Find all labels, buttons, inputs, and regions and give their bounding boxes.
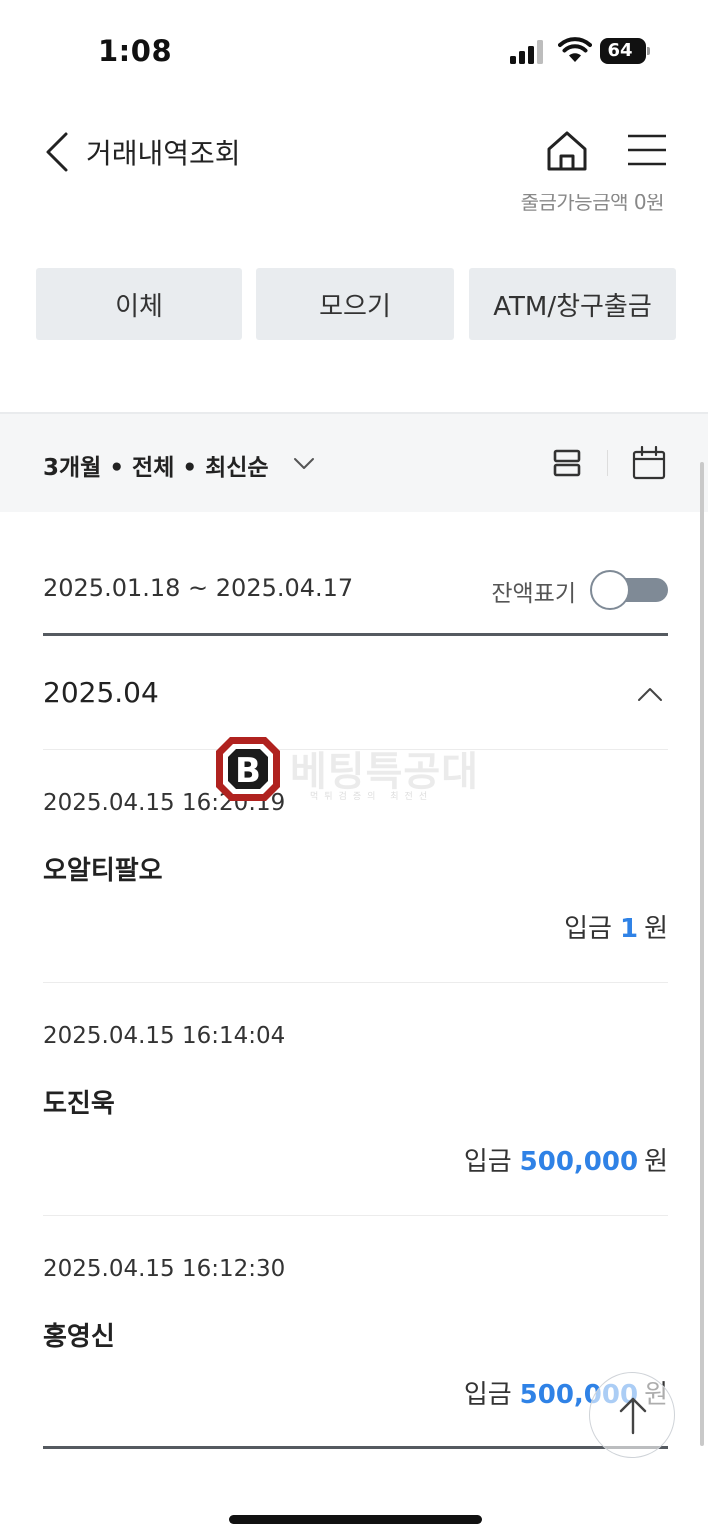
filter-bar: 3개월 • 전체 • 최신순 (0, 412, 708, 512)
battery-icon: 64 (600, 38, 650, 64)
home-indicator[interactable] (229, 1515, 482, 1524)
transaction-datetime: 2025.04.15 16:14:04 (43, 1023, 286, 1049)
transaction-item[interactable]: 2025.04.15 16:14:04 도진욱 입금 500,000 원 (43, 983, 668, 1216)
transaction-item[interactable]: 2025.04.15 16:12:30 홍영신 입금500,000원 (43, 1216, 668, 1449)
transaction-unit: 원 (644, 1147, 668, 1177)
filter-summary[interactable]: 3개월 • 전체 • 최신순 (43, 448, 269, 482)
transaction-amount-line: 입금 1 원 (564, 908, 668, 945)
filter-divider (607, 450, 608, 476)
home-icon[interactable] (544, 128, 590, 174)
cellular-signal-icon (510, 40, 543, 64)
transaction-amount: 1 (619, 914, 639, 944)
transaction-type: 입금 (564, 914, 612, 944)
month-header: 2025.04 (43, 640, 668, 750)
page-title: 거래내역조회 (86, 137, 241, 170)
watermark: B 베팅특공대 먹튀검증의 최전선 (214, 735, 504, 805)
list-view-icon[interactable] (552, 448, 582, 478)
hamburger-menu-icon[interactable] (626, 130, 668, 172)
collect-button[interactable]: 모으기 (256, 268, 454, 340)
watermark-subtext: 먹튀검증의 최전선 (310, 792, 434, 802)
month-label: 2025.04 (43, 676, 159, 709)
chevron-up-icon[interactable] (636, 684, 664, 704)
app-header: 거래내역조회 (0, 110, 708, 194)
transaction-name: 오알티팔오 (43, 856, 163, 886)
watermark-logo-icon: B (216, 737, 280, 801)
wifi-icon (558, 37, 592, 62)
scroll-to-top-button[interactable] (589, 1372, 675, 1458)
transaction-name: 도진욱 (43, 1089, 115, 1119)
balance-toggle[interactable] (590, 570, 668, 610)
transaction-unit: 원 (644, 914, 668, 944)
arrow-up-icon (619, 1397, 647, 1435)
transaction-amount: 500,000 (519, 1147, 639, 1177)
atm-withdrawal-button[interactable]: ATM/창구출금 (469, 268, 676, 340)
svg-text:B: B (235, 751, 261, 791)
action-button-row: 이체 모으기 ATM/창구출금 (36, 268, 676, 340)
scrollbar[interactable] (700, 462, 704, 1446)
chevron-down-icon[interactable] (292, 456, 316, 472)
transaction-name: 홍영신 (43, 1322, 115, 1352)
transaction-type: 입금 (463, 1147, 512, 1177)
battery-cap (647, 47, 650, 55)
toggle-knob (590, 570, 630, 610)
transaction-amount-line: 입금500,000원 (464, 1141, 668, 1178)
status-bar: 1:08 64 (0, 0, 708, 100)
battery-level: 64 (607, 40, 633, 61)
balance-toggle-label: 잔액표기 (491, 581, 576, 607)
transfer-button[interactable]: 이체 (36, 268, 242, 340)
period-range: 2025.01.18 ~ 2025.04.17 (43, 574, 354, 602)
calendar-icon[interactable] (632, 446, 666, 480)
status-time: 1:08 (98, 34, 173, 68)
chevron-left-icon[interactable] (38, 130, 74, 174)
transaction-datetime: 2025.04.15 16:12:30 (43, 1256, 286, 1282)
transaction-type: 입금 (463, 1380, 512, 1410)
period-row: 2025.01.18 ~ 2025.04.17 잔액표기 (43, 560, 668, 636)
